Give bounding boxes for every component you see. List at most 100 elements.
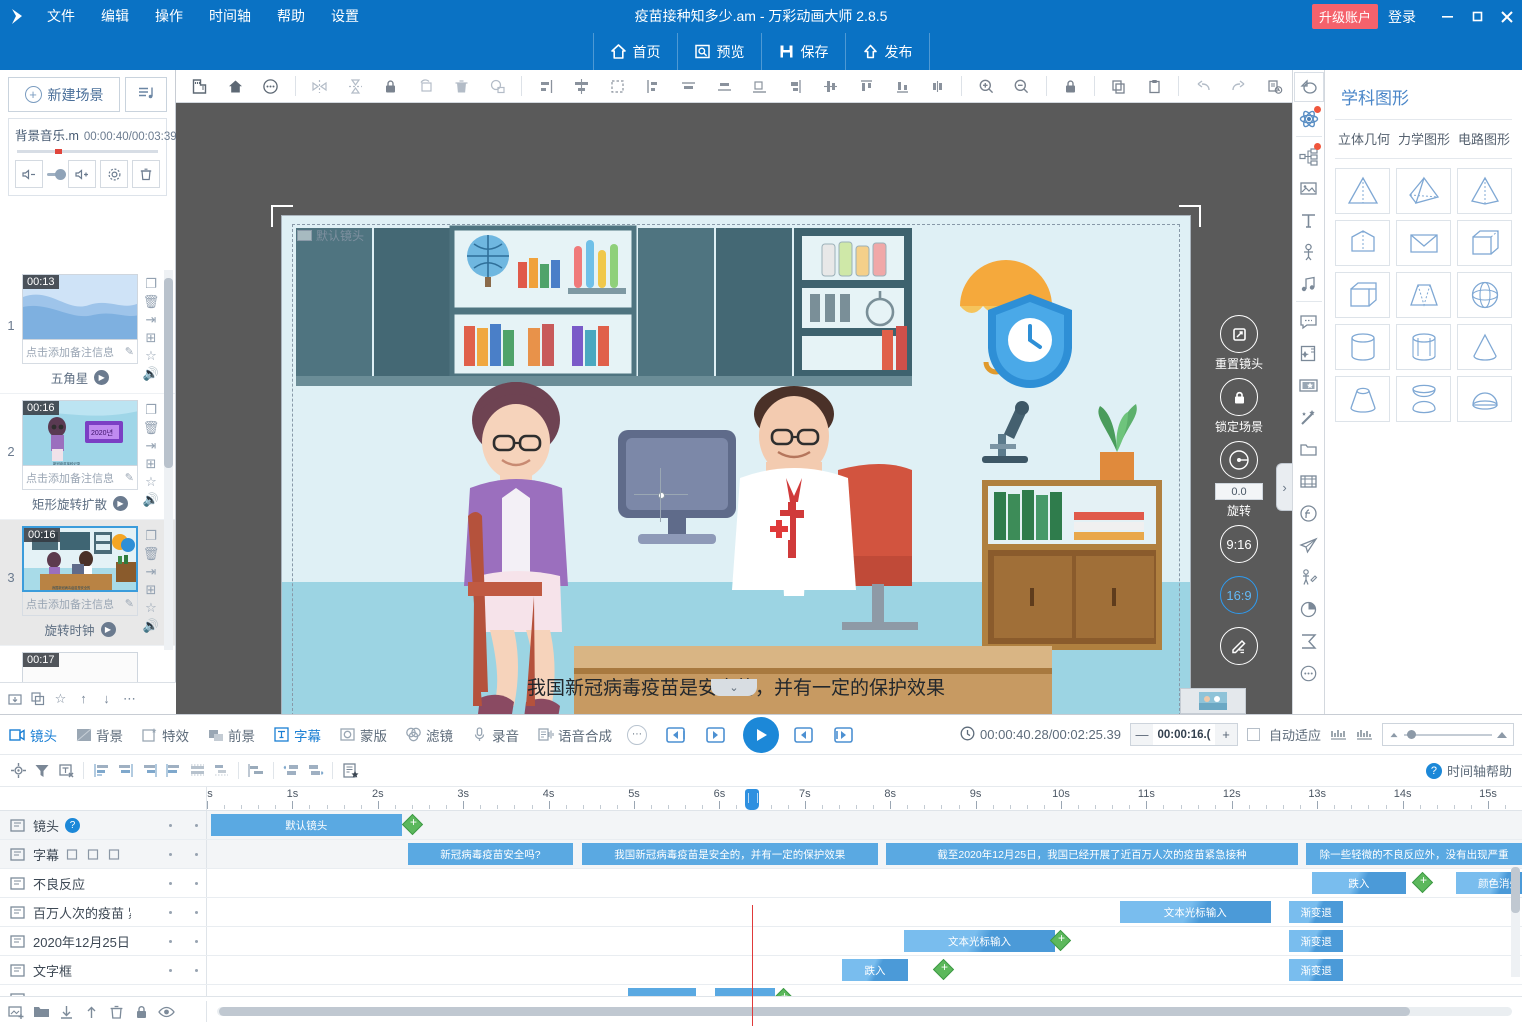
import-icon[interactable] [4, 688, 25, 709]
scene-card[interactable]: 2020년 新冠疫苗接种记录 00:16 点击添加备注信息 ✎ [22, 400, 138, 515]
track-mini-dots[interactable] [169, 882, 206, 885]
timeline-clip[interactable]: 除一些轻微的不良反应外，没有出现严重 [1306, 843, 1522, 865]
science-icon[interactable] [1294, 104, 1324, 134]
edit-pencil-icon[interactable]: ✎ [125, 471, 134, 484]
formula-icon[interactable] [1294, 626, 1324, 656]
fit-screen-icon[interactable] [1356, 727, 1373, 743]
timeline-clip[interactable]: 渐变退 [1289, 959, 1343, 981]
track-row[interactable]: 2020年12月25日文本光标输入渐变退 [0, 927, 1522, 956]
copy-icon[interactable] [1106, 73, 1132, 99]
scene-list[interactable]: 1 00:13 点击添加备注信息 ✎ [0, 268, 175, 682]
move-down-icon[interactable]: ↓ [96, 688, 117, 709]
export-icon[interactable]: ⇥ [144, 438, 159, 453]
shapes-icon[interactable] [1294, 72, 1324, 102]
scene-list-item[interactable]: 2 2020년 [0, 394, 175, 520]
clear-selection-icon[interactable] [54, 759, 78, 783]
track-mini-dots[interactable] [169, 911, 206, 914]
minimize-button[interactable] [1432, 0, 1462, 33]
publish-button[interactable]: 发布 [845, 33, 930, 70]
group-icon[interactable]: ⊞ [144, 582, 159, 597]
chart-icon[interactable] [1294, 594, 1324, 624]
preview-thumbnail-chip[interactable] [1180, 688, 1246, 714]
reset-camera-icon[interactable] [1220, 315, 1258, 353]
canvas-collapse-tab[interactable]: ⌄ [711, 679, 757, 696]
tab-foreground[interactable]: 前景 [198, 715, 264, 755]
cone-triangle-icon[interactable] [1335, 168, 1390, 214]
autofit-checkbox[interactable] [1247, 728, 1260, 741]
app-logo-icon[interactable] [0, 0, 34, 33]
trash-icon[interactable]: 🗑 [144, 294, 159, 309]
edit-pencil-icon[interactable]: ✎ [125, 345, 134, 358]
star-icon[interactable]: ☆ [144, 348, 159, 363]
cylinder-icon[interactable] [1335, 324, 1390, 370]
pencil-icon[interactable] [1220, 627, 1258, 665]
scene-card[interactable]: 我国新冠病毒疫苗是安全的 00:16 点击添加备注信息 ✎ 旋转时钟 ▶ [22, 526, 138, 641]
move-up-icon[interactable]: ↑ [73, 688, 94, 709]
sound-icon[interactable]: 🔊 [144, 366, 159, 381]
step-forward-icon[interactable] [831, 721, 859, 749]
scene-thumbnail[interactable]: 00:17 [22, 652, 138, 682]
rotation-value-field[interactable]: 0.0 [1215, 483, 1263, 500]
more-icon[interactable] [258, 73, 284, 99]
close-button[interactable] [1492, 0, 1522, 33]
tab-tts[interactable]: 语音合成 [528, 715, 621, 755]
scene-list-item[interactable]: 1 00:13 点击添加备注信息 ✎ [0, 268, 175, 394]
align-base-icon[interactable] [889, 73, 915, 99]
add-media-icon[interactable] [6, 1001, 27, 1022]
playhead-handle[interactable] [745, 789, 759, 810]
timeline-clip[interactable]: 文本光标输入 [1120, 901, 1271, 923]
scene-list-item[interactable]: 4 00:17 [0, 646, 175, 682]
track-header[interactable]: 字幕 [0, 840, 207, 868]
folder-icon[interactable] [1294, 434, 1324, 464]
track-lane[interactable]: 默认镜头 [207, 811, 1522, 839]
duration-minus-button[interactable]: — [1131, 724, 1153, 745]
track-lane[interactable]: 跌入颜色消失 [207, 869, 1522, 897]
shift-left-icon[interactable] [279, 759, 303, 783]
upgrade-account-button[interactable]: 升级账户 [1312, 4, 1378, 29]
rotate-icon[interactable] [414, 73, 440, 99]
lock-icon[interactable] [378, 73, 404, 99]
stic8ker-icon[interactable] [1294, 338, 1324, 368]
track-lane[interactable]: 文本光标输入渐变退 [207, 898, 1522, 926]
camera-frame[interactable]: 默认镜头 [292, 224, 1180, 714]
scene-thumbnail[interactable]: 2020년 新冠疫苗接种记录 00:16 [22, 400, 138, 466]
flip-horizontal-icon[interactable] [307, 73, 333, 99]
align-center-v-icon[interactable] [818, 73, 844, 99]
animated-character-icon[interactable] [1294, 562, 1324, 592]
scene-thumbnail[interactable]: 我国新冠病毒疫苗是安全的 00:16 [22, 526, 138, 592]
track-lane[interactable]: 文本光标输入渐变退 [207, 927, 1522, 955]
folder-icon[interactable] [31, 1001, 52, 1022]
stage-handle-tr[interactable] [1179, 205, 1201, 227]
cube-icon[interactable] [1457, 220, 1512, 266]
volume-down-icon[interactable] [15, 160, 43, 188]
timeline-clip[interactable]: 默认镜头 [211, 814, 402, 836]
scene-play-icon[interactable]: ▶ [94, 370, 109, 385]
home-button[interactable]: 首页 [593, 33, 677, 70]
track-row[interactable]: 镜头?默认镜头 [0, 811, 1522, 840]
zoom-in-icon[interactable] [973, 73, 999, 99]
magic-wand-icon[interactable] [1294, 402, 1324, 432]
keyframe-marker[interactable] [1412, 872, 1433, 893]
gif-icon[interactable] [1294, 370, 1324, 400]
duration-stepper[interactable]: — 00:00:16.( + [1130, 723, 1238, 746]
login-link[interactable]: 登录 [1388, 7, 1416, 27]
align-edges-icon[interactable] [640, 73, 666, 99]
scene-note[interactable]: 点击添加备注信息 ✎ [22, 466, 138, 490]
sound-icon[interactable]: 🔊 [144, 492, 159, 507]
group-icon[interactable]: ⊞ [144, 330, 159, 345]
aspect-ratio-portrait-button[interactable]: 9:16 [1220, 525, 1258, 563]
fit-width-icon[interactable] [1330, 727, 1347, 743]
timeline-clip[interactable]: 跌入 [1312, 872, 1407, 894]
camera-frame-label[interactable]: 默认镜头 [297, 227, 364, 244]
keyframe-marker[interactable] [933, 959, 954, 980]
edit-pencil-icon[interactable]: ✎ [125, 597, 134, 610]
panel-expand-arrow[interactable]: › [1276, 463, 1292, 511]
trash-icon[interactable] [86, 847, 101, 862]
scene-play-icon[interactable]: ▶ [113, 496, 128, 511]
scene-play-icon[interactable]: ▶ [101, 622, 116, 637]
timeline-zoom-slider[interactable] [1382, 723, 1514, 746]
track-row[interactable]: 文字框跌入渐变退 [0, 956, 1522, 985]
scene-list-scrollbar[interactable] [164, 270, 173, 650]
scene-order-button[interactable] [125, 77, 167, 112]
pyramid-icon[interactable] [1457, 168, 1512, 214]
